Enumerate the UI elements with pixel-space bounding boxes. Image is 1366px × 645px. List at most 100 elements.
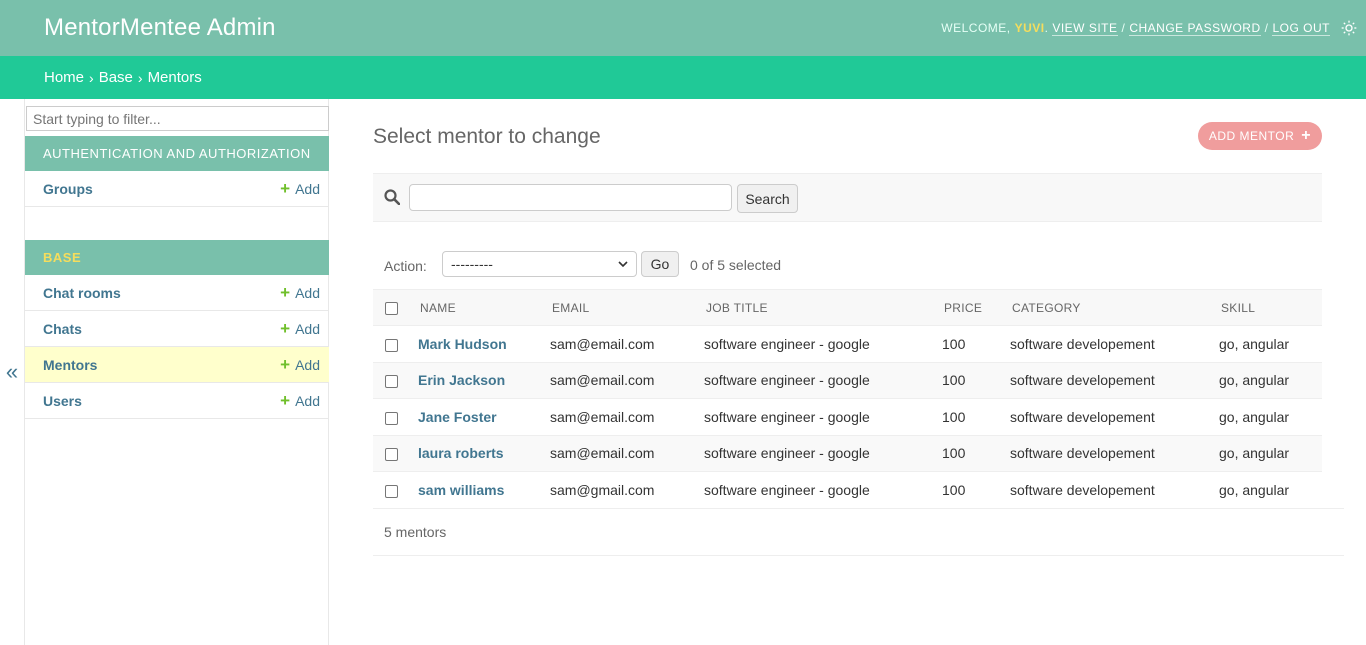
add-mentor-button[interactable]: ADD MENTOR + <box>1198 122 1322 150</box>
separator: / <box>1121 21 1126 35</box>
header: MentorMentee Admin WELCOME, YUVI. VIEW S… <box>0 0 1366 56</box>
table-row: Mark Hudson sam@email.com software engin… <box>373 325 1322 363</box>
sun-icon[interactable] <box>1340 19 1358 37</box>
skill-cell: go, angular <box>1212 362 1322 399</box>
email-cell: sam@email.com <box>544 362 697 399</box>
sidebar-item-label[interactable]: Users <box>43 393 82 409</box>
add-chats-link[interactable]: + Add <box>280 320 320 337</box>
site-branding[interactable]: MentorMentee Admin <box>44 14 276 42</box>
column-header-email[interactable]: EMAIL <box>544 289 697 326</box>
nav-sidebar: AUTHENTICATION AND AUTHORIZATION Groups … <box>24 99 329 645</box>
separator: / <box>1264 21 1269 35</box>
sidebar-item-label[interactable]: Chat rooms <box>43 285 121 301</box>
plus-icon: + <box>280 283 291 302</box>
row-checkbox-cell <box>373 435 409 472</box>
price-cell: 100 <box>935 325 1003 363</box>
breadcrumb-base[interactable]: Base <box>99 69 133 86</box>
toggle-sidebar-button[interactable]: « <box>0 99 24 645</box>
mentor-link[interactable]: Jane Foster <box>418 409 497 425</box>
column-header-category[interactable]: CATEGORY <box>1003 289 1212 326</box>
sidebar-item-label[interactable]: Chats <box>43 321 82 337</box>
add-label: Add <box>295 180 320 197</box>
category-cell: software developement <box>1003 362 1212 399</box>
go-button[interactable]: Go <box>641 251 679 277</box>
chevron-down-icon <box>618 256 628 272</box>
sidebar-item-chats: Chats + Add <box>25 311 329 347</box>
sidebar-item-groups: Groups + Add <box>25 171 329 207</box>
welcome-text: WELCOME, <box>941 21 1011 35</box>
module-caption-base[interactable]: BASE <box>25 240 329 275</box>
column-header-price[interactable]: PRICE <box>935 289 1003 326</box>
add-label: Add <box>295 392 320 409</box>
module-caption-auth[interactable]: AUTHENTICATION AND AUTHORIZATION <box>25 136 329 171</box>
add-label: Add <box>295 320 320 337</box>
row-checkbox[interactable] <box>385 338 398 352</box>
add-groups-link[interactable]: + Add <box>280 180 320 197</box>
plus-icon: + <box>280 319 291 338</box>
breadcrumb: Home › Base › Mentors <box>0 56 1366 99</box>
column-header-skill[interactable]: SKILL <box>1212 289 1322 326</box>
table-row: laura roberts sam@email.com software eng… <box>373 435 1322 472</box>
select-all-checkbox[interactable] <box>385 301 398 315</box>
action-select[interactable]: --------- <box>442 251 637 277</box>
breadcrumb-separator: › <box>89 69 94 86</box>
name-cell: Erin Jackson <box>409 362 544 399</box>
add-users-link[interactable]: + Add <box>280 392 320 409</box>
paginator: 5 mentors <box>373 508 1344 556</box>
category-cell: software developement <box>1003 325 1212 363</box>
sidebar-filter-input[interactable] <box>26 106 329 131</box>
sidebar-item-chat-rooms: Chat rooms + Add <box>25 275 329 311</box>
price-cell: 100 <box>935 435 1003 472</box>
result-table: NAME EMAIL JOB TITLE PRICE CATEGORY SKIL… <box>373 289 1322 509</box>
plus-icon: + <box>280 391 291 410</box>
skill-cell: go, angular <box>1212 325 1322 363</box>
sidebar-item-mentors: Mentors + Add <box>25 347 329 383</box>
category-cell: software developement <box>1003 471 1212 509</box>
row-checkbox[interactable] <box>385 448 398 462</box>
actions-bar: Action: --------- Go 0 of 5 selected <box>373 251 1322 291</box>
job-title-cell: software engineer - google <box>697 435 935 472</box>
collapse-icon: « <box>5 359 19 384</box>
sidebar-item-label[interactable]: Groups <box>43 181 93 197</box>
search-button[interactable]: Search <box>737 184 798 213</box>
column-header-job-title[interactable]: JOB TITLE <box>697 289 935 326</box>
email-cell: sam@gmail.com <box>544 471 697 509</box>
email-cell: sam@email.com <box>544 398 697 436</box>
selected-count: 0 of 5 selected <box>690 257 782 273</box>
change-password-link[interactable]: CHANGE PASSWORD <box>1129 21 1261 36</box>
plus-icon: + <box>280 355 291 374</box>
skill-cell: go, angular <box>1212 471 1322 509</box>
log-out-link[interactable]: LOG OUT <box>1272 21 1330 36</box>
add-mentors-link[interactable]: + Add <box>280 356 320 373</box>
email-cell: sam@email.com <box>544 325 697 363</box>
search-input[interactable] <box>409 184 732 211</box>
row-checkbox[interactable] <box>385 375 398 389</box>
breadcrumb-home[interactable]: Home <box>44 69 84 86</box>
mentor-link[interactable]: Mark Hudson <box>418 336 507 352</box>
breadcrumb-current: Mentors <box>147 69 202 86</box>
row-checkbox[interactable] <box>385 411 398 425</box>
search-toolbar: Search <box>373 173 1322 222</box>
price-cell: 100 <box>935 362 1003 399</box>
skill-cell: go, angular <box>1212 398 1322 436</box>
mentor-link[interactable]: laura roberts <box>418 445 504 461</box>
breadcrumb-separator: › <box>137 69 143 86</box>
add-label: Add <box>295 356 320 373</box>
username: YUVI <box>1014 21 1045 35</box>
row-checkbox-cell <box>373 398 409 436</box>
add-mentor-label: ADD MENTOR <box>1208 129 1295 143</box>
row-checkbox[interactable] <box>385 484 398 498</box>
add-chat-rooms-link[interactable]: + Add <box>280 284 320 301</box>
mentor-link[interactable]: Erin Jackson <box>418 372 505 388</box>
mentor-link[interactable]: sam williams <box>418 482 504 498</box>
job-title-cell: software engineer - google <box>697 471 935 509</box>
page-title: Select mentor to change <box>373 125 601 148</box>
view-site-link[interactable]: VIEW SITE <box>1052 21 1118 36</box>
sidebar-item-label[interactable]: Mentors <box>43 357 97 373</box>
row-checkbox-cell <box>373 362 409 399</box>
column-header-name[interactable]: NAME <box>409 289 544 326</box>
search-icon <box>384 189 402 207</box>
plus-icon: + <box>280 179 291 198</box>
action-selected-value: --------- <box>451 256 493 272</box>
price-cell: 100 <box>935 398 1003 436</box>
